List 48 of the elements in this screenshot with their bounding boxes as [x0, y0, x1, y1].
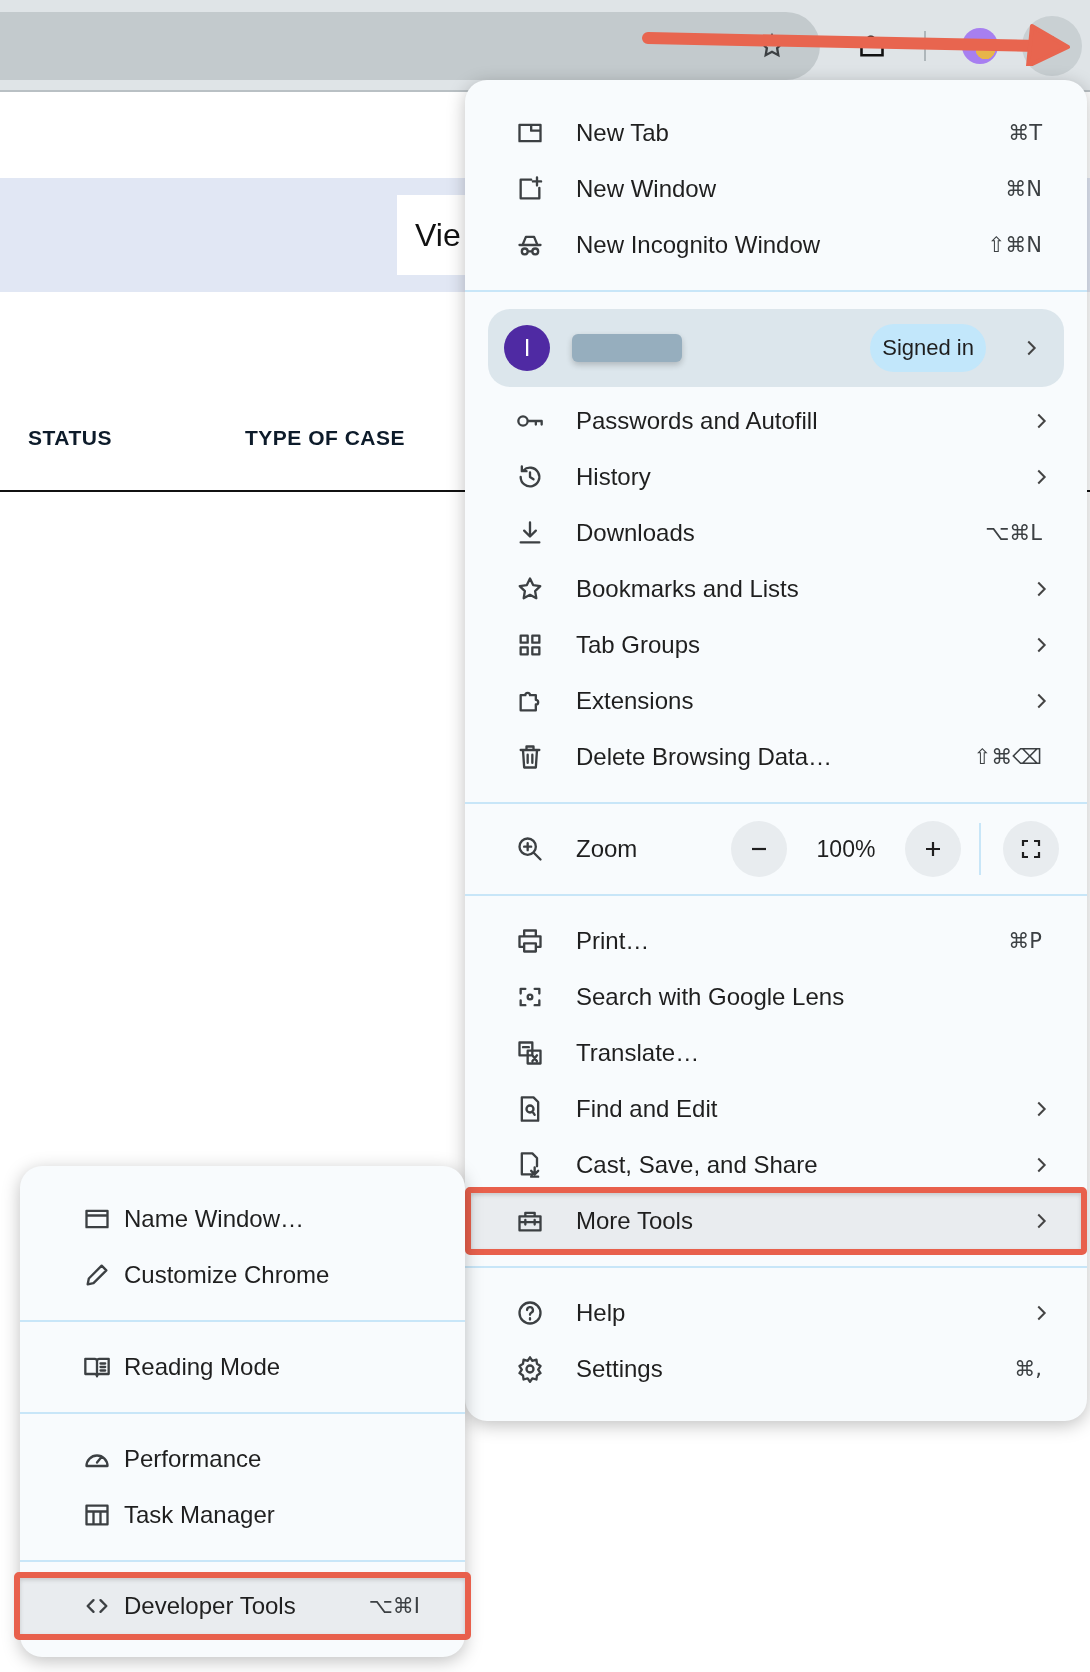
menu-item[interactable]: Help: [465, 1285, 1087, 1341]
menu-item[interactable]: History: [465, 449, 1087, 505]
translate-icon: [516, 1039, 544, 1067]
keyboard-shortcut: ⌘P: [1008, 929, 1042, 953]
printer-icon: [516, 927, 544, 955]
zoom-in-icon: [516, 835, 544, 863]
help-icon: [516, 1299, 544, 1327]
menu-item[interactable]: Passwords and Autofill: [465, 393, 1087, 449]
menu-item[interactable]: Performance: [20, 1431, 465, 1487]
keyboard-shortcut: ⌥⌘I: [368, 1594, 420, 1618]
status-badge: Signed in: [870, 324, 986, 372]
minus-icon: [751, 847, 767, 851]
keyboard-shortcut: ⌘,: [1014, 1357, 1042, 1381]
settings-icon: [516, 1355, 544, 1383]
menu-item[interactable]: Tab Groups: [465, 617, 1087, 673]
menu-item[interactable]: Downloads ⌥⌘L: [465, 505, 1087, 561]
fullscreen-button[interactable]: [1003, 821, 1059, 877]
menu-item[interactable]: Extensions: [465, 673, 1087, 729]
menu-item[interactable]: New Tab ⌘T: [465, 105, 1087, 161]
keyboard-shortcut: ⇧⌘N: [987, 233, 1042, 257]
menu-item[interactable]: Delete Browsing Data… ⇧⌘⌫: [465, 729, 1087, 785]
menu-item[interactable]: New Incognito Window ⇧⌘N: [465, 217, 1087, 273]
menu-item[interactable]: Find and Edit: [465, 1081, 1087, 1137]
menu-item[interactable]: Search with Google Lens: [465, 969, 1087, 1025]
zoom-label: Zoom: [576, 835, 638, 863]
keyboard-shortcut: ⌥⌘L: [985, 521, 1042, 545]
menu-item[interactable]: Bookmarks and Lists: [465, 561, 1087, 617]
profile-button[interactable]: I Signed in: [488, 309, 1064, 387]
menu-item[interactable]: Reading Mode: [20, 1339, 465, 1395]
zoom-level-text: 100%: [815, 835, 877, 863]
menu-item[interactable]: Task Manager: [20, 1487, 465, 1543]
keyboard-shortcut: ⇧⌘⌫: [973, 745, 1042, 769]
zoom-in-button[interactable]: [905, 821, 961, 877]
column-header: TYPE OF CASE: [245, 426, 406, 450]
menu-item[interactable]: More Tools: [465, 1187, 1087, 1255]
column-header: STATUS: [28, 426, 113, 450]
menu-item[interactable]: Print… ⌘P: [465, 913, 1087, 969]
keyboard-shortcut: ⌘T: [1008, 121, 1042, 145]
menu-item[interactable]: Settings ⌘,: [465, 1341, 1087, 1397]
menu-item[interactable]: New Window ⌘N: [465, 161, 1087, 217]
menu-item[interactable]: Developer Tools ⌥⌘I: [14, 1572, 471, 1640]
keyboard-shortcut: ⌘N: [1005, 177, 1042, 201]
avatar: I: [504, 325, 550, 371]
fullscreen-icon: [1019, 837, 1043, 861]
puzzle-icon[interactable]: [858, 32, 886, 60]
menu-item[interactable]: Name Window…: [20, 1191, 465, 1247]
menu-item[interactable]: Translate…: [465, 1025, 1087, 1081]
menu-item[interactable]: Customize Chrome: [20, 1247, 465, 1303]
